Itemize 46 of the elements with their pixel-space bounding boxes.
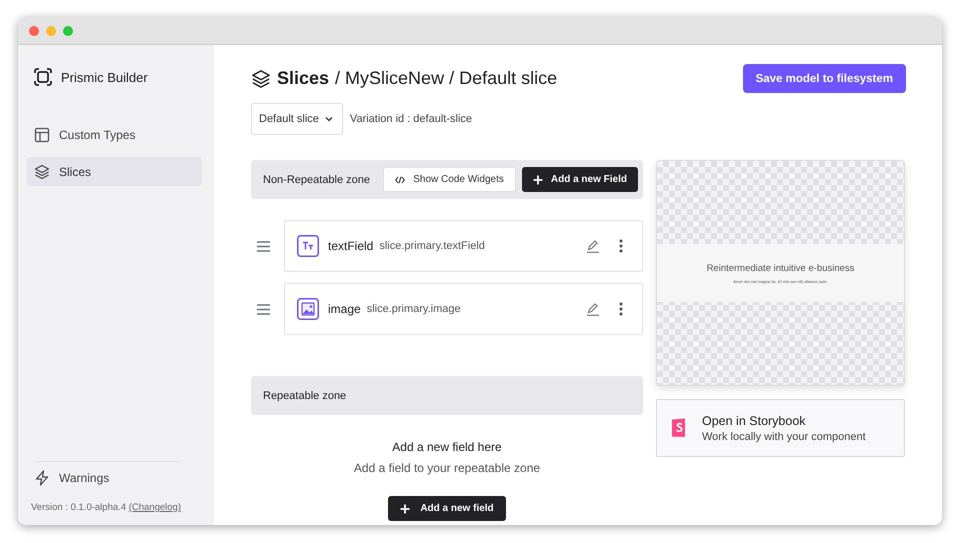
drag-handle-icon[interactable] <box>257 240 270 252</box>
field-card[interactable]: textField slice.primary.textField <box>284 220 643 272</box>
plus-icon <box>400 504 410 514</box>
layers-icon <box>251 68 271 88</box>
layers-icon <box>34 164 50 180</box>
zone-title: Non-Repeatable zone <box>263 174 370 186</box>
edit-icon[interactable] <box>586 302 600 316</box>
image-type-icon <box>297 298 319 320</box>
code-widgets-button[interactable]: Show Code Widgets <box>383 167 516 192</box>
sidebar-item[interactable]: Slices <box>27 157 202 186</box>
page-title: Slices <box>277 68 330 89</box>
text-type-icon <box>297 235 319 257</box>
warnings-link[interactable]: Warnings <box>27 470 202 486</box>
zone-title: Repeatable zone <box>263 390 346 402</box>
field-api-path: slice.primary.textField <box>379 240 485 252</box>
logo-icon <box>33 67 53 87</box>
empty-state-text: Add a field to your repeatable zone <box>354 461 540 475</box>
storybook-title: Open in Storybook <box>702 414 807 428</box>
version-text: Version : 0.1.0-alpha.4 <box>31 502 126 513</box>
code-icon <box>395 176 406 184</box>
lightning-icon <box>34 470 50 486</box>
chevron-down-icon <box>324 116 333 122</box>
add-field-button[interactable]: Add a new Field <box>522 167 638 192</box>
sidebar-item[interactable]: Custom Types <box>27 120 202 149</box>
storybook-subtitle: Work locally with your component <box>702 430 866 442</box>
field-api-path: slice.primary.image <box>366 303 461 315</box>
plus-icon <box>532 174 543 184</box>
field-name: textField <box>328 239 374 253</box>
field-name: image <box>328 302 361 316</box>
app-name: Prismic Builder <box>61 70 148 84</box>
edit-icon[interactable] <box>586 239 600 253</box>
changelog-link[interactable]: (Changelog) <box>128 502 182 513</box>
storybook-icon <box>671 418 687 438</box>
variation-id: Variation id : default-slice <box>350 113 472 125</box>
breadcrumb-path: / MySliceNew / Default slice <box>335 68 558 89</box>
preview-heading: Reintermediate intuitive e-business <box>706 262 854 274</box>
more-options-icon[interactable] <box>619 302 623 316</box>
field-card[interactable]: image slice.primary.image <box>284 283 643 335</box>
drag-handle-icon[interactable] <box>257 304 270 314</box>
empty-state-title: Add a new field here <box>392 440 502 454</box>
storybook-link[interactable]: Open in Storybook Work locally with your component <box>656 399 905 457</box>
layout-icon <box>34 126 50 142</box>
variation-dropdown[interactable]: Default slice <box>251 103 343 135</box>
save-button[interactable]: Save model to filesystem <box>742 64 906 93</box>
add-field-button[interactable]: Add a new field <box>388 496 506 521</box>
more-options-icon[interactable] <box>619 239 623 253</box>
